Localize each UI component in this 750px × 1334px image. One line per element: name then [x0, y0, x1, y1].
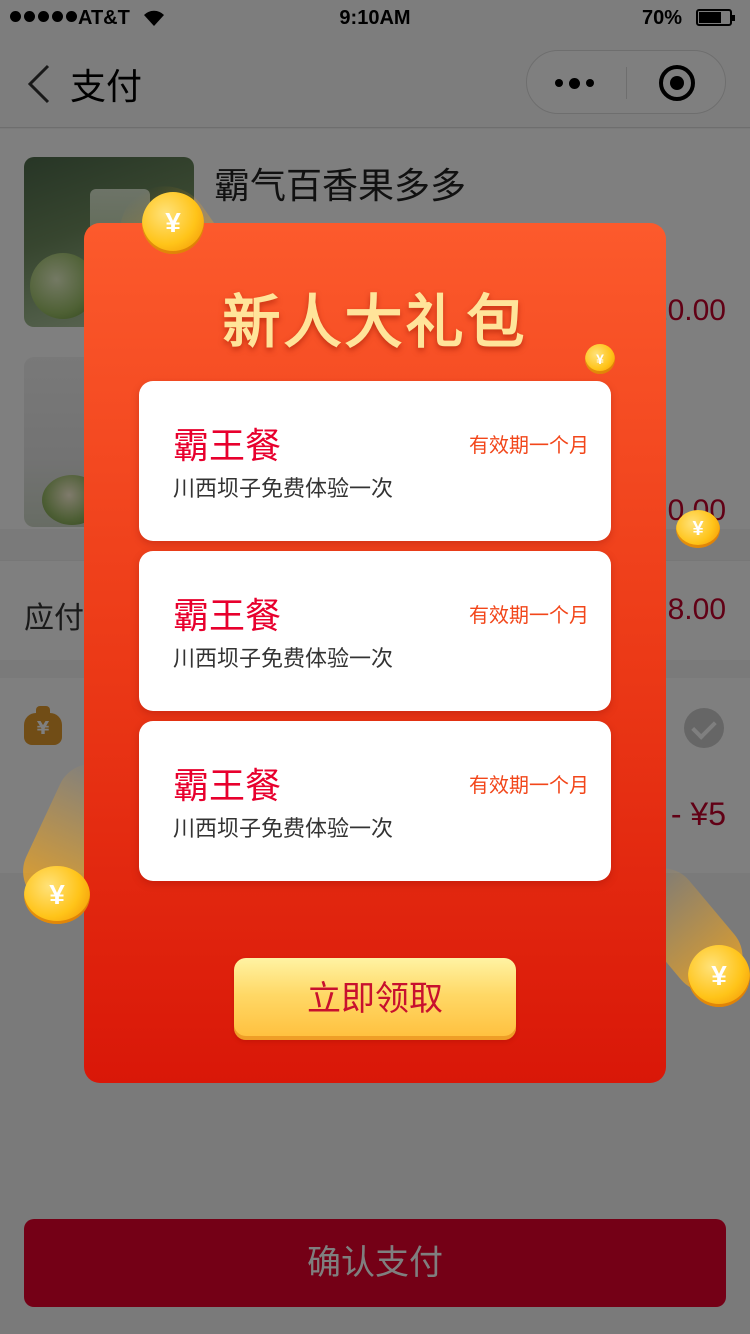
voucher-name: 霸王餐: [173, 596, 282, 637]
voucher-name: 霸王餐: [173, 766, 282, 807]
voucher-validity: 有效期一个月: [469, 433, 589, 457]
voucher-card: 霸王餐 有效期一个月 川西坝子免费体验一次: [139, 551, 611, 711]
gold-coin-icon: ¥: [688, 945, 750, 1007]
voucher-validity: 有效期一个月: [469, 603, 589, 627]
new-user-gift-modal: 新人大礼包 霸王餐 有效期一个月 川西坝子免费体验一次 霸王餐 有效期一个月 川…: [84, 223, 666, 1083]
voucher-card: 霸王餐 有效期一个月 川西坝子免费体验一次: [139, 381, 611, 541]
voucher-description: 川西坝子免费体验一次: [173, 817, 394, 842]
voucher-card: 霸王餐 有效期一个月 川西坝子免费体验一次: [139, 721, 611, 881]
voucher-name: 霸王餐: [173, 426, 282, 467]
gold-coin-icon: ¥: [676, 510, 720, 548]
gold-coin-icon: ¥: [585, 344, 615, 374]
gold-coin-icon: ¥: [24, 866, 90, 924]
voucher-description: 川西坝子免费体验一次: [173, 477, 394, 502]
gift-modal-title: 新人大礼包: [222, 288, 528, 356]
voucher-description: 川西坝子免费体验一次: [173, 647, 394, 672]
gold-coin-icon: ¥: [142, 192, 204, 254]
claim-now-button[interactable]: 立即领取: [234, 958, 516, 1040]
voucher-validity: 有效期一个月: [469, 773, 589, 797]
